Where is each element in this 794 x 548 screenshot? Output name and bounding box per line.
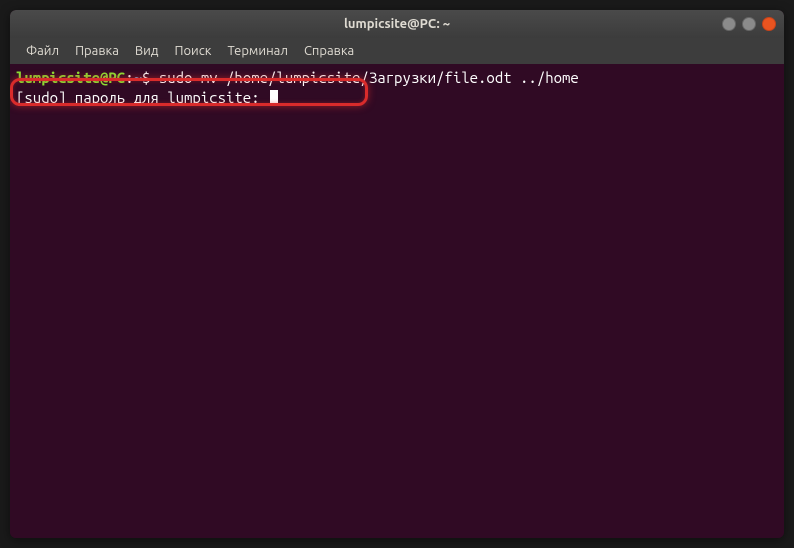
close-button[interactable] (762, 17, 776, 31)
command-line: lumpicsite@PC:~$ sudo mv /home/lumpicsit… (16, 68, 778, 88)
prompt-path: ~ (134, 69, 142, 86)
prompt-symbol: $ (142, 69, 150, 86)
prompt-user-host: lumpicsite@PC (16, 69, 125, 86)
prompt-separator: : (125, 69, 133, 86)
minimize-button[interactable] (722, 17, 736, 31)
cursor-icon (270, 90, 278, 106)
maximize-button[interactable] (742, 17, 756, 31)
window-controls (722, 17, 776, 31)
typed-command: sudo mv /home/lumpicsite/Загрузки/file.o… (159, 69, 579, 86)
titlebar: lumpicsite@PC: ~ (10, 10, 784, 38)
terminal-content[interactable]: lumpicsite@PC:~$ sudo mv /home/lumpicsit… (10, 64, 784, 538)
window-title: lumpicsite@PC: ~ (344, 17, 450, 31)
terminal-window: lumpicsite@PC: ~ Файл Правка Вид Поиск Т… (10, 10, 784, 538)
menu-file[interactable]: Файл (18, 44, 67, 58)
sudo-prompt-line: [sudo] пароль для lumpicsite: (16, 88, 778, 108)
menu-edit[interactable]: Правка (67, 44, 127, 58)
menu-help[interactable]: Справка (296, 44, 362, 58)
menu-terminal[interactable]: Терминал (219, 44, 295, 58)
menubar: Файл Правка Вид Поиск Терминал Справка (10, 38, 784, 64)
menu-search[interactable]: Поиск (166, 44, 219, 58)
menu-view[interactable]: Вид (127, 44, 167, 58)
sudo-prompt-text: [sudo] пароль для lumpicsite: (16, 89, 268, 106)
